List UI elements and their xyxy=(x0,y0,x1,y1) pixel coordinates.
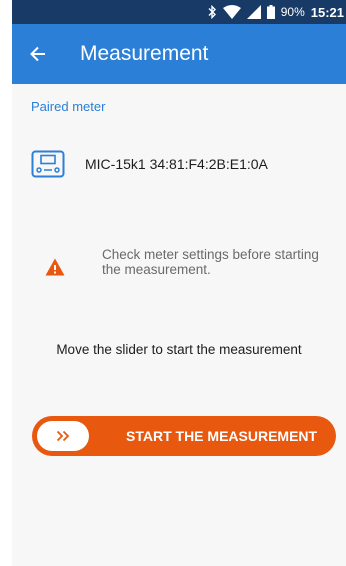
app-screen: 90% 15:21 Measurement Paired meter MIC-1… xyxy=(12,0,346,566)
status-time: 15:21 xyxy=(310,4,344,20)
slider-instruction: Move the slider to start the measurement xyxy=(56,342,302,357)
start-measurement-label: START THE MEASUREMENT xyxy=(126,428,318,444)
battery-percentage: 90% xyxy=(280,5,305,19)
warning-text: Check meter settings before starting the… xyxy=(102,247,319,277)
warning-triangle-icon xyxy=(45,258,65,276)
battery-icon xyxy=(266,5,275,19)
status-bar: 90% 15:21 xyxy=(12,0,346,24)
warning-message: Check meter settings before starting the… xyxy=(45,247,335,277)
paired-meter-row[interactable]: MIC-15k1 34:81:F4:2B:E1:0A xyxy=(31,150,268,178)
paired-meter-label: Paired meter xyxy=(31,99,106,114)
app-bar: Measurement xyxy=(12,24,346,84)
back-button[interactable] xyxy=(12,24,64,84)
bluetooth-icon xyxy=(208,5,216,19)
page-title: Measurement xyxy=(80,42,209,65)
arrow-left-icon xyxy=(30,46,45,62)
start-measurement-slider[interactable]: START THE MEASUREMENT xyxy=(32,416,336,456)
slider-handle[interactable] xyxy=(37,421,89,451)
meter-name: MIC-15k1 34:81:F4:2B:E1:0A xyxy=(85,156,268,172)
signal-icon xyxy=(246,5,261,19)
double-chevron-right-icon xyxy=(56,430,70,442)
meter-device-icon xyxy=(31,150,65,178)
wifi-icon xyxy=(222,5,241,19)
